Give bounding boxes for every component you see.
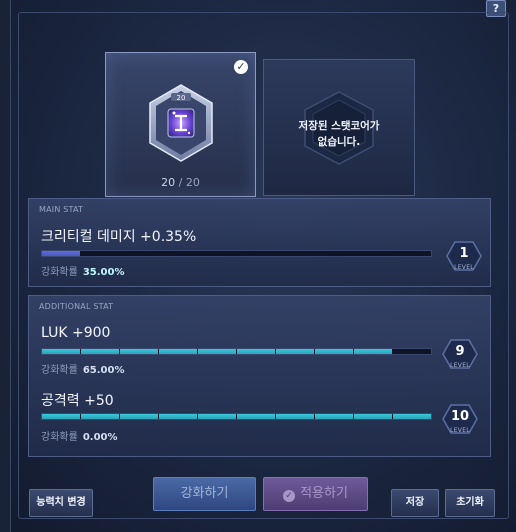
help-button[interactable]: ? — [486, 0, 506, 17]
progress-segment — [42, 414, 80, 419]
save-button[interactable]: 저장 — [391, 489, 439, 517]
check-icon: ✓ — [234, 60, 248, 74]
progress-segment — [81, 414, 119, 419]
apply-button[interactable]: ✓ 적용하기 — [263, 477, 368, 511]
main-stat-name: 크리티컬 데미지 +0.35% — [41, 229, 197, 245]
progress-segment — [315, 414, 353, 419]
saved-core-card[interactable]: 저장된 스탯코어가 없습니다. — [263, 59, 415, 196]
main-stat-level-badge: 1 LEVEL — [446, 240, 486, 280]
progress-segment — [159, 414, 197, 419]
additional-stat-name-2: 공격력 +50 — [41, 393, 114, 409]
progress-segment — [198, 414, 236, 419]
additional-stat-level-badge-1: 9 LEVEL — [442, 338, 482, 378]
additional-stat-section-label: ADDITIONAL STAT — [39, 302, 114, 311]
progress-segment — [354, 251, 392, 256]
progress-segment — [393, 251, 431, 256]
progress-segment — [159, 349, 197, 354]
enhance-button[interactable]: 강화하기 — [153, 477, 256, 511]
progress-segment — [276, 414, 314, 419]
progress-segment — [315, 251, 353, 256]
progress-segment — [198, 349, 236, 354]
progress-segment — [120, 251, 158, 256]
additional-stat-progress-bar-2 — [41, 413, 432, 420]
progress-segment — [120, 414, 158, 419]
left-frame — [0, 0, 11, 532]
additional-stat-level-1: 9 — [455, 344, 465, 359]
main-stat-rate: 강화확률 35.00% — [41, 267, 125, 278]
progress-segment — [276, 251, 314, 256]
progress-segment — [120, 349, 158, 354]
additional-stat-rate-2: 강화확률 0.00% — [41, 432, 118, 443]
additional-stat-panel: ADDITIONAL STAT LUK +900 강화확률 65.00% 9 LE… — [28, 295, 491, 457]
progress-segment — [237, 414, 275, 419]
progress-segment — [81, 251, 119, 256]
main-stat-progress-bar — [41, 250, 432, 257]
main-stat-panel: MAIN STAT 크리티컬 데미지 +0.35% 강화확률 35.00% 1 L… — [28, 198, 491, 287]
progress-segment — [198, 251, 236, 256]
progress-segment — [237, 251, 275, 256]
core-count: 20 / 20 — [161, 176, 200, 189]
progress-segment — [393, 414, 431, 419]
progress-segment — [42, 349, 80, 354]
progress-segment — [393, 349, 431, 354]
additional-stat-level-badge-2: 10 LEVEL — [442, 403, 482, 443]
main-stat-rate-value: 35.00% — [82, 267, 125, 278]
progress-segment — [237, 349, 275, 354]
progress-segment — [81, 349, 119, 354]
progress-segment — [315, 349, 353, 354]
equipped-core-card[interactable]: ✓ 20 20 / 20 — [105, 52, 256, 197]
progress-segment — [159, 251, 197, 256]
additional-stat-rate-value-1: 65.00% — [82, 365, 125, 376]
progress-segment — [276, 349, 314, 354]
progress-segment — [354, 414, 392, 419]
additional-stat-rate-value-2: 0.00% — [82, 432, 118, 443]
ability-change-button[interactable]: 능력치 변경 — [29, 489, 93, 517]
additional-stat-name-1: LUK +900 — [41, 325, 111, 341]
additional-stat-rate-1: 강화확률 65.00% — [41, 365, 125, 376]
main-stat-level: 1 — [459, 246, 469, 261]
stat-core-icon: 20 — [149, 84, 213, 162]
progress-segment — [354, 349, 392, 354]
reset-button[interactable]: 초기화 — [445, 489, 495, 517]
no-saved-core-message: 저장된 스탯코어가 없습니다. — [298, 120, 380, 148]
check-circle-icon: ✓ — [283, 490, 296, 502]
progress-segment — [42, 251, 80, 256]
additional-stat-progress-bar-1 — [41, 348, 432, 355]
core-level-label: 20 — [177, 94, 186, 102]
additional-stat-level-2: 10 — [450, 409, 470, 424]
main-stat-section-label: MAIN STAT — [39, 205, 84, 214]
